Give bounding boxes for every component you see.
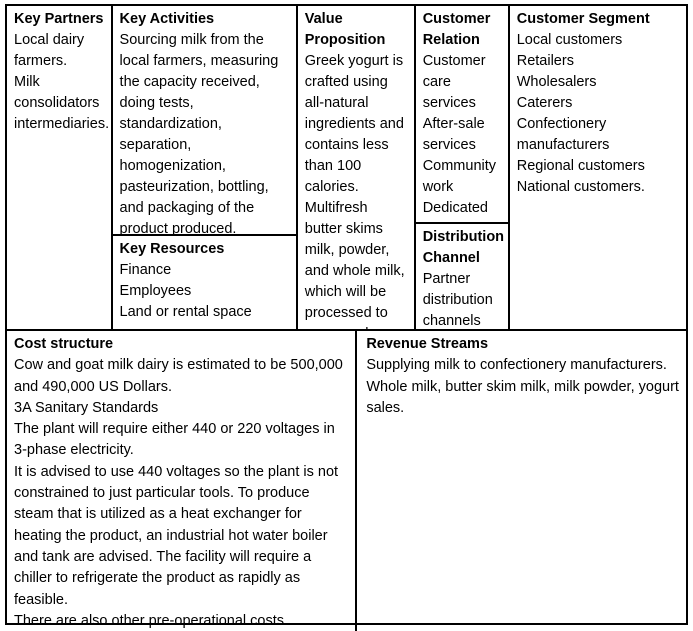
block-distribution-channel: Distribution Channel Partner distributio… xyxy=(416,224,508,329)
key-activities-body: Sourcing milk from the local farmers, me… xyxy=(119,32,279,236)
column-key-partners: Key Partners Local dairy farmers. Milk c… xyxy=(7,6,113,329)
distribution-channel-body: Partner distribution channels xyxy=(422,270,493,329)
key-resources-title: Key Resources xyxy=(119,241,225,257)
block-value-proposition: Value Proposition Greek yogurt is crafte… xyxy=(298,6,414,329)
key-partners-body: Local dairy farmers. Milk consolidators … xyxy=(14,32,110,132)
cost-structure-title: Cost structure xyxy=(14,336,114,352)
key-partners-title: Key Partners xyxy=(14,11,104,27)
block-cost-structure: Cost structure Cow and goat milk dairy i… xyxy=(7,331,358,631)
business-model-canvas: Key Partners Local dairy farmers. Milk c… xyxy=(0,0,693,631)
block-customer-segment: Customer Segment Local customers Retaile… xyxy=(510,6,686,329)
block-key-activities: Key Activities Sourcing milk from the lo… xyxy=(112,6,296,236)
distribution-channel-title: Distribution Channel xyxy=(422,228,505,266)
canvas-bottom-row: Cost structure Cow and goat milk dairy i… xyxy=(7,331,686,631)
customer-segment-title: Customer Segment xyxy=(516,11,650,27)
block-key-resources: Key Resources Finance Employees Land or … xyxy=(113,236,296,329)
cost-structure-body: Cow and goat milk dairy is estimated to … xyxy=(14,357,343,629)
canvas-top-row: Key Partners Local dairy farmers. Milk c… xyxy=(7,6,686,331)
column-customer-relation: Customer Relation Customer care services… xyxy=(415,6,510,329)
value-proposition-title: Value Proposition xyxy=(304,11,386,48)
key-resources-body: Finance Employees Land or rental space xyxy=(119,262,252,320)
customer-relation-title: Customer Relation xyxy=(422,11,491,48)
column-value-proposition: Value Proposition Greek yogurt is crafte… xyxy=(298,6,416,329)
key-activities-title: Key Activities xyxy=(119,11,215,27)
column-customer-segment: Customer Segment Local customers Retaile… xyxy=(510,6,686,329)
block-customer-relation: Customer Relation Customer care services… xyxy=(415,6,508,224)
customer-segment-body: Local customers Retailers Wholesalers Ca… xyxy=(516,32,645,195)
block-key-partners: Key Partners Local dairy farmers. Milk c… xyxy=(7,6,111,329)
revenue-streams-body: Supplying milk to confectionery manufact… xyxy=(366,357,679,416)
revenue-streams-title: Revenue Streams xyxy=(366,336,489,352)
customer-relation-body: Customer care services After-sale servic… xyxy=(422,53,497,222)
column-key-activities: Key Activities Sourcing milk from the lo… xyxy=(112,6,298,329)
value-proposition-body: Greek yogurt is crafted using all-natura… xyxy=(304,53,406,329)
block-revenue-streams: Revenue Streams Supplying milk to confec… xyxy=(357,331,686,631)
canvas-frame: Key Partners Local dairy farmers. Milk c… xyxy=(5,4,688,631)
